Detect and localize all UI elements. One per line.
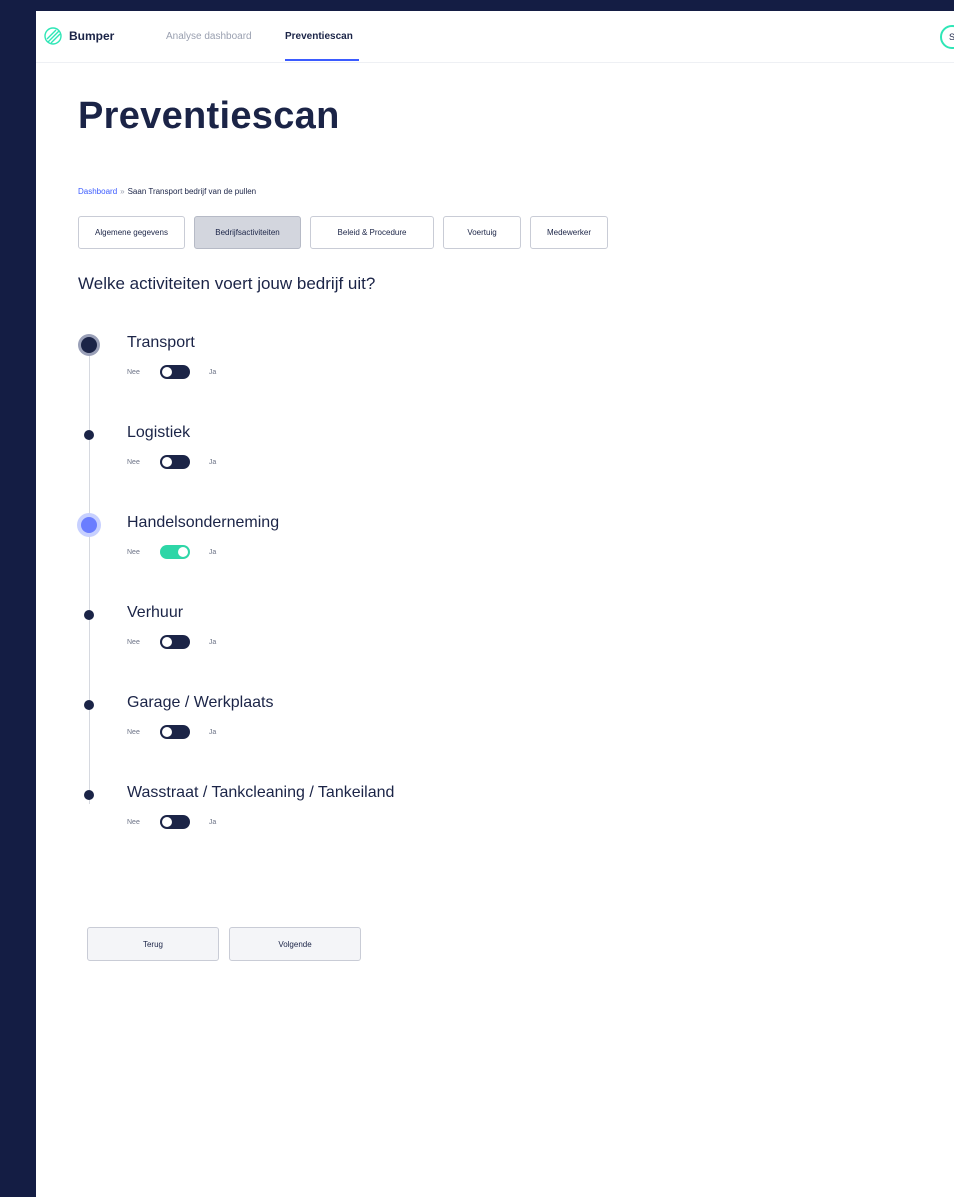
tab-voertuig[interactable]: Voertuig (443, 216, 521, 249)
tab-beleid-procedure[interactable]: Beleid & Procedure (310, 216, 434, 249)
activity-item-transport: Transport Nee Ja (36, 332, 954, 412)
question-text: Welke activiteiten voert jouw bedrijf ui… (78, 274, 376, 293)
activity-item-verhuur: Verhuur Nee Ja (36, 602, 954, 682)
timeline-dot (84, 700, 94, 710)
logistiek-toggle[interactable] (159, 455, 190, 469)
activity-label: Verhuur (127, 604, 184, 621)
nav-active-indicator (285, 59, 359, 61)
activity-label: Transport (127, 334, 195, 351)
toggle-knob (161, 817, 172, 827)
activity-label: Handelsonderneming (127, 514, 280, 531)
brand[interactable]: Bumper (44, 27, 114, 45)
handelsonderneming-toggle[interactable] (159, 545, 190, 559)
next-button[interactable]: Volgende (229, 927, 361, 961)
toggle-row: Nee Ja (127, 455, 216, 469)
verhuur-toggle[interactable] (159, 635, 190, 649)
toggle-knob (161, 457, 172, 467)
timeline-dot (84, 610, 94, 620)
toggle-knob (161, 727, 172, 737)
toggle-yes-label: Ja (208, 728, 217, 736)
nav-link-preventiescan[interactable]: Preventiescan (285, 31, 353, 42)
scan-tabs: Algemene gegevens Bedrijfsactiviteiten B… (78, 216, 608, 249)
toggle-no-label: Nee (127, 368, 140, 376)
toggle-row: Nee Ja (127, 725, 216, 739)
toggle-no-label: Nee (127, 728, 140, 736)
breadcrumb-dashboard-link[interactable]: Dashboard (78, 187, 117, 196)
bumper-logo-icon (44, 27, 62, 45)
timeline-dot (84, 790, 94, 800)
brand-name: Bumper (69, 29, 115, 43)
toggle-knob (161, 367, 172, 377)
toggle-yes-label: Ja (208, 458, 217, 466)
app-window: Bumper Analyse dashboard Preventiescan S… (36, 11, 954, 1197)
toggle-yes-label: Ja (208, 638, 217, 646)
toggle-row: Nee Ja (127, 635, 216, 649)
breadcrumb-separator: » (120, 187, 125, 196)
toggle-row: Nee Ja (127, 365, 216, 379)
toggle-row: Nee Ja (127, 545, 216, 559)
tab-bedrijfsactiviteiten[interactable]: Bedrijfsactiviteiten (194, 216, 301, 249)
toggle-no-label: Nee (127, 548, 140, 556)
toggle-no-label: Nee (127, 818, 140, 826)
toggle-yes-label: Ja (208, 548, 217, 556)
toggle-yes-label: Ja (208, 368, 217, 376)
toggle-row: Nee Ja (127, 815, 216, 829)
avatar-initial: S (948, 32, 954, 42)
transport-toggle[interactable] (159, 365, 190, 379)
activity-label: Garage / Werkplaats (127, 694, 274, 711)
timeline-dot-active (81, 517, 97, 533)
garage-werkplaats-toggle[interactable] (159, 725, 190, 739)
page-title: Preventiescan (78, 95, 340, 137)
activity-label: Logistiek (127, 424, 191, 441)
breadcrumb: Dashboard» Saan Transport bedrijf van de … (78, 187, 256, 196)
toggle-knob (161, 637, 172, 647)
tab-medewerker[interactable]: Medewerker (530, 216, 608, 249)
top-navigation: Bumper Analyse dashboard Preventiescan S (36, 11, 954, 63)
activity-label: Wasstraat / Tankcleaning / Tankeiland (127, 784, 395, 801)
breadcrumb-current: Saan Transport bedrijf van de pullen (127, 187, 257, 196)
toggle-knob (177, 547, 188, 557)
activity-item-logistiek: Logistiek Nee Ja (36, 422, 954, 502)
timeline-dot (84, 430, 94, 440)
activity-item-handelsonderneming: Handelsonderneming Nee Ja (36, 512, 954, 592)
back-button[interactable]: Terug (87, 927, 219, 961)
activity-item-wasstraat: Wasstraat / Tankcleaning / Tankeiland Ne… (36, 782, 954, 862)
timeline-dot-current (81, 337, 97, 353)
form-navigation: Terug Volgende (87, 927, 361, 961)
activity-item-garage-werkplaats: Garage / Werkplaats Nee Ja (36, 692, 954, 772)
avatar[interactable]: S (940, 25, 954, 49)
toggle-no-label: Nee (127, 638, 140, 646)
toggle-yes-label: Ja (208, 818, 217, 826)
tab-algemene-gegevens[interactable]: Algemene gegevens (78, 216, 185, 249)
nav-link-analyse-dashboard[interactable]: Analyse dashboard (166, 31, 252, 42)
wasstraat-toggle[interactable] (159, 815, 190, 829)
toggle-no-label: Nee (127, 458, 140, 466)
